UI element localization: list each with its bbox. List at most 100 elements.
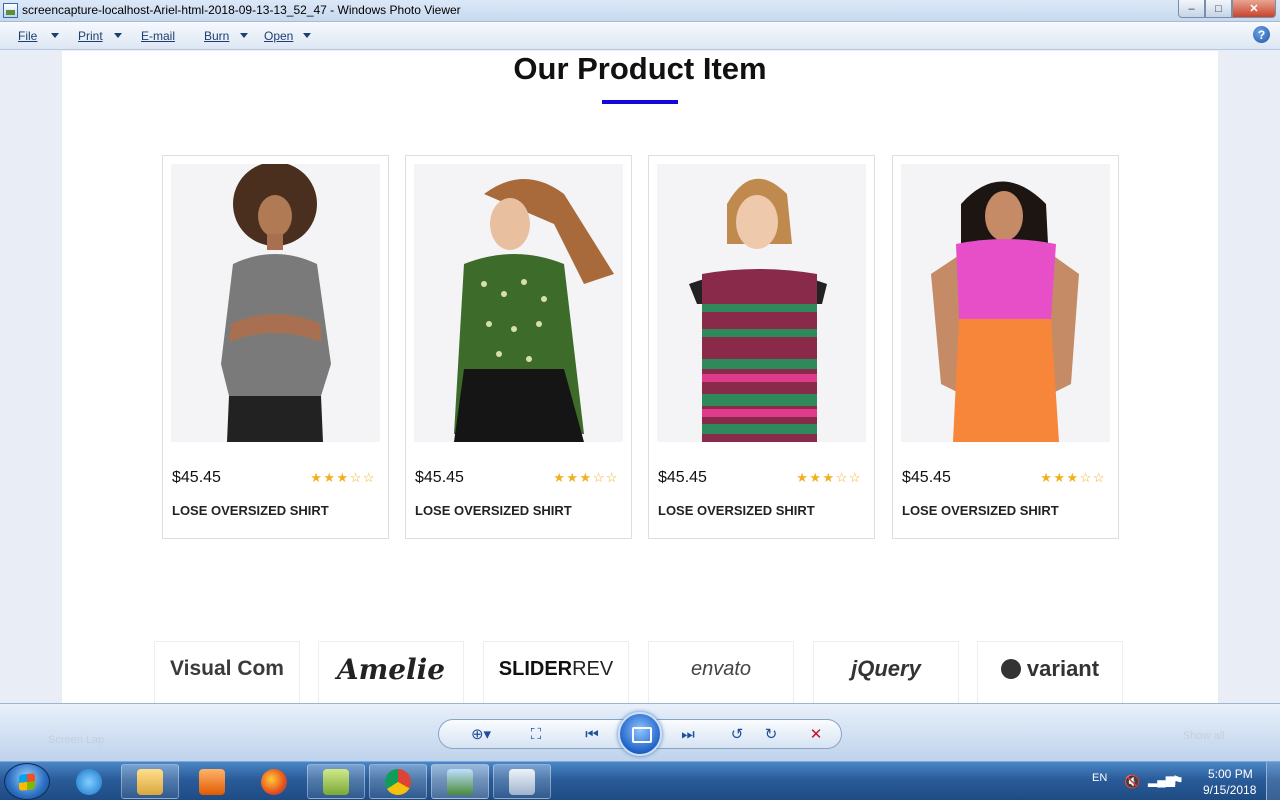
start-button[interactable] <box>4 763 50 800</box>
product-card[interactable]: $45.45 ★★★☆☆ LOSE OVERSIZED SHIRT <box>892 155 1119 539</box>
actual-size-icon[interactable]: ⛶ <box>526 725 546 743</box>
delete-icon[interactable]: ✕ <box>806 725 826 743</box>
star-empty-icon: ☆ <box>349 470 363 485</box>
product-name[interactable]: LOSE OVERSIZED SHIRT <box>902 503 1059 518</box>
star-filled-icon: ★ <box>809 470 823 485</box>
language-indicator[interactable]: EN <box>1092 772 1107 784</box>
next-icon[interactable]: ⏭ <box>678 725 698 743</box>
photo-viewport: Our Product Item $45.45 ★★★☆☆ LOSE OVERS… <box>0 51 1280 703</box>
menu-email[interactable]: E-mail <box>141 29 175 43</box>
close-window-button[interactable]: ✕ <box>1232 0 1276 18</box>
viewer-toolbar: Screen Lap Show all ⊕▾ ⛶ ⏮ ⏭ ↺ ↻ ✕ <box>0 703 1280 761</box>
menu-bar: File Print E-mail Burn Open ? <box>0 22 1280 50</box>
window-title: screencapture-localhost-Ariel-html-2018-… <box>22 3 461 17</box>
zoom-icon[interactable]: ⊕▾ <box>466 725 496 743</box>
taskbar-internet-explorer[interactable] <box>60 764 118 799</box>
rating-stars: ★★★☆☆ <box>310 470 376 486</box>
star-filled-icon: ★ <box>1053 470 1067 485</box>
title-bar: screencapture-localhost-Ariel-html-2018-… <box>0 0 1280 22</box>
firefox-icon <box>261 768 287 795</box>
star-empty-icon: ☆ <box>605 470 619 485</box>
show-desktop-button[interactable] <box>1266 762 1280 800</box>
product-name[interactable]: LOSE OVERSIZED SHIRT <box>658 503 815 518</box>
folder-icon <box>137 768 163 795</box>
menu-open[interactable]: Open <box>264 29 293 43</box>
window-controls: ‒ □ ✕ <box>1178 0 1276 18</box>
product-image <box>901 164 1110 442</box>
menu-burn[interactable]: Burn <box>204 29 229 43</box>
taskbar-firefox[interactable] <box>245 764 303 799</box>
product-image <box>171 164 380 442</box>
product-price: $45.45 <box>415 469 464 486</box>
maximize-button[interactable]: □ <box>1205 0 1232 18</box>
chrome-icon <box>385 768 411 795</box>
screenshot-page: Our Product Item $45.45 ★★★☆☆ LOSE OVERS… <box>62 51 1218 703</box>
product-price: $45.45 <box>172 469 221 486</box>
calculator-icon <box>509 768 535 795</box>
product-card[interactable]: $45.45 ★★★☆☆ LOSE OVERSIZED SHIRT <box>405 155 632 539</box>
product-price: $45.45 <box>658 469 707 486</box>
chevron-down-icon[interactable] <box>240 33 248 38</box>
clock-time[interactable]: 5:00 PM <box>1208 767 1253 781</box>
taskbar-calculator[interactable] <box>493 764 551 799</box>
product-card[interactable]: $45.45 ★★★☆☆ LOSE OVERSIZED SHIRT <box>162 155 389 539</box>
star-filled-icon: ★ <box>323 470 337 485</box>
brand-logo-sliderrev[interactable]: SLIDER REV <box>483 641 629 703</box>
action-center-icon[interactable]: ⚑ <box>1172 773 1184 789</box>
chevron-down-icon[interactable] <box>51 33 59 38</box>
brand-logo-variant[interactable]: variant <box>977 641 1123 703</box>
product-image <box>657 164 866 442</box>
brand-logo-visualcom[interactable]: Visual Com <box>154 641 300 703</box>
maximize-icon: □ <box>1215 2 1222 15</box>
star-filled-icon: ★ <box>566 470 580 485</box>
menu-file[interactable]: File <box>18 29 37 43</box>
product-image <box>414 164 623 442</box>
taskbar-file-explorer[interactable] <box>121 764 179 799</box>
taskbar-media-player[interactable] <box>183 764 241 799</box>
taskbar-photo-viewer[interactable] <box>431 764 489 799</box>
rotate-left-icon[interactable]: ↺ <box>727 725 747 743</box>
star-filled-icon: ★ <box>336 470 350 485</box>
rating-stars: ★★★☆☆ <box>796 470 862 486</box>
network-icon[interactable]: ▂▄▆ <box>1148 773 1175 787</box>
taskbar: EN 🔇 ▂▄▆ ⚑ 5:00 PM 9/15/2018 <box>0 761 1280 800</box>
rating-stars: ★★★☆☆ <box>553 470 619 486</box>
star-filled-icon: ★ <box>1040 470 1054 485</box>
chevron-down-icon[interactable] <box>303 33 311 38</box>
help-icon[interactable]: ? <box>1253 26 1270 43</box>
star-empty-icon: ☆ <box>1092 470 1106 485</box>
clock-date[interactable]: 9/15/2018 <box>1203 783 1256 797</box>
product-price: $45.45 <box>902 469 951 486</box>
brand-logo-amelie[interactable]: Amelie <box>318 641 464 703</box>
taskbar-notepad-plus[interactable] <box>307 764 365 799</box>
notepad-plus-icon <box>323 768 349 795</box>
star-filled-icon: ★ <box>553 470 567 485</box>
variant-logo-icon <box>1000 659 1021 679</box>
product-name[interactable]: LOSE OVERSIZED SHIRT <box>172 503 329 518</box>
slideshow-icon[interactable] <box>618 712 662 756</box>
close-icon: ✕ <box>1249 3 1259 15</box>
minimize-icon: ‒ <box>1188 2 1195 15</box>
brand-logo-envato[interactable]: envato <box>648 641 794 703</box>
star-filled-icon: ★ <box>1066 470 1080 485</box>
brand-logo-jquery[interactable]: jQuery <box>813 641 959 703</box>
photo-viewer-icon <box>3 3 18 18</box>
taskbar-chrome[interactable] <box>369 764 427 799</box>
photo-viewer-icon <box>447 768 473 795</box>
media-player-icon <box>199 768 225 795</box>
product-card[interactable]: $45.45 ★★★☆☆ LOSE OVERSIZED SHIRT <box>648 155 875 539</box>
minimize-button[interactable]: ‒ <box>1178 0 1205 18</box>
star-empty-icon: ☆ <box>592 470 606 485</box>
star-filled-icon: ★ <box>579 470 593 485</box>
volume-muted-icon[interactable]: 🔇 <box>1124 774 1140 790</box>
rating-stars: ★★★☆☆ <box>1040 470 1106 486</box>
rotate-right-icon[interactable]: ↻ <box>761 725 781 743</box>
chevron-down-icon[interactable] <box>114 33 122 38</box>
previous-icon[interactable]: ⏮ <box>582 725 602 743</box>
internet-explorer-icon <box>76 768 102 795</box>
section-title: Our Product Item <box>513 51 767 86</box>
menu-print[interactable]: Print <box>78 29 103 43</box>
title-underline <box>602 100 678 104</box>
product-name[interactable]: LOSE OVERSIZED SHIRT <box>415 503 572 518</box>
star-empty-icon: ☆ <box>848 470 862 485</box>
